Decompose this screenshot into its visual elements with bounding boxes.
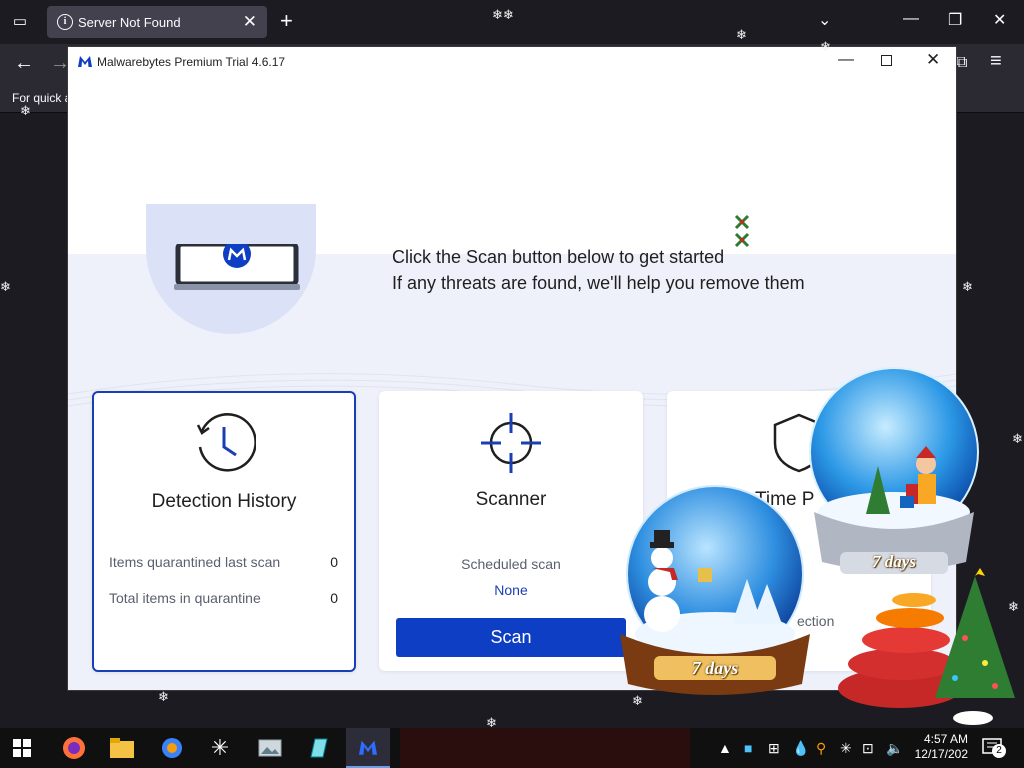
browser-restore-button[interactable]: ❐: [948, 10, 962, 30]
action-center-icon[interactable]: 2: [982, 738, 1006, 758]
snowflake-app-icon[interactable]: ✳: [198, 728, 242, 768]
snowflake-icon: ❄: [1012, 431, 1023, 446]
back-arrow-icon[interactable]: ←: [14, 52, 34, 75]
hero-instruction-line1: Click the Scan button below to get start…: [392, 247, 725, 267]
scanner-card[interactable]: Scanner Scheduled scan None Scan: [379, 391, 643, 671]
browser-minimize-button[interactable]: —: [903, 10, 919, 28]
tray-drop-icon[interactable]: 💧: [792, 740, 809, 757]
taskbar-decoration-strip: [400, 728, 690, 768]
list-all-tabs-icon[interactable]: ⌄: [818, 10, 831, 30]
tray-snowflake-icon[interactable]: ✳: [840, 740, 852, 757]
snowflake-icon: ❄: [0, 279, 11, 294]
extensions-icon[interactable]: ⧉: [956, 54, 967, 72]
laptop-shield-icon: [174, 244, 300, 290]
snowflake-icon: ❄: [820, 39, 831, 54]
notification-count-badge: 2: [992, 744, 1006, 758]
stat-label-quarantined-last-scan: Items quarantined last scan: [109, 554, 281, 570]
snowflake-icon: ❄: [632, 693, 643, 708]
tray-malwarebytes-icon[interactable]: ▲: [718, 740, 732, 756]
detection-history-title: Detection History: [151, 491, 297, 512]
photos-icon[interactable]: [248, 728, 292, 768]
hamburger-menu-icon[interactable]: ≡: [990, 50, 1002, 73]
snowflake-icon: ❄❄: [492, 7, 514, 22]
info-icon: i: [57, 14, 73, 30]
windows-start-icon[interactable]: [0, 728, 44, 768]
stat-label-total-quarantine: Total items in quarantine: [109, 590, 261, 606]
snow-globe-santa[interactable]: 7 days: [796, 366, 992, 588]
scan-button[interactable]: Scan: [396, 618, 626, 657]
snow-globe-snowman[interactable]: 7 days: [612, 484, 818, 704]
tray-square-icon[interactable]: ■: [744, 740, 752, 756]
history-clock-icon: [196, 413, 256, 472]
tray-app-icon[interactable]: ⊞: [768, 740, 780, 757]
notepad-icon[interactable]: [296, 728, 340, 768]
malwarebytes-taskbar-icon[interactable]: [346, 728, 390, 768]
holly-decoration-icon: [734, 214, 750, 248]
browser-close-button[interactable]: ✕: [993, 10, 1006, 30]
stat-value-total-quarantine: 0: [330, 590, 338, 606]
hero-instruction-line2: If any threats are found, we'll help you…: [392, 273, 805, 293]
app-title: Malwarebytes Premium Trial 4.6.17: [97, 55, 286, 69]
app-maximize-button[interactable]: [881, 55, 892, 66]
clock-date: 12/17/202: [914, 747, 968, 761]
app-close-button[interactable]: ✕: [926, 50, 940, 70]
clock-time: 4:57 AM: [923, 732, 968, 746]
tab-list-icon[interactable]: ▭: [10, 12, 30, 32]
snowflake-icon: ❄: [736, 27, 747, 42]
tray-search-icon[interactable]: ⚲: [816, 740, 826, 757]
scheduled-scan-label: Scheduled scan: [461, 556, 561, 572]
scheduled-scan-value[interactable]: None: [379, 582, 643, 598]
app-icon[interactable]: [150, 728, 194, 768]
stat-value-quarantined-last-scan: 0: [330, 554, 338, 570]
christmas-tree-decoration-icon: [838, 568, 1015, 725]
forward-arrow-icon[interactable]: →: [50, 52, 70, 75]
snowflake-icon: ❄: [20, 103, 31, 118]
file-explorer-icon[interactable]: [100, 728, 144, 768]
snowflake-icon: ❄: [158, 689, 169, 704]
taskbar-clock[interactable]: 4:57 AM 12/17/202: [908, 732, 968, 762]
snowflake-icon: ❄: [1008, 599, 1019, 614]
tab-title: Server Not Found: [78, 15, 181, 30]
new-tab-button[interactable]: +: [280, 9, 293, 33]
malwarebytes-logo-icon: [78, 56, 92, 67]
snowflake-icon: ❄: [962, 279, 973, 294]
app-minimize-button[interactable]: —: [838, 51, 854, 69]
firefox-icon[interactable]: [52, 728, 96, 768]
detection-history-card[interactable]: Detection History Items quarantined last…: [92, 391, 356, 672]
tab-close-icon[interactable]: ✕: [243, 12, 257, 32]
crosshair-icon: [481, 413, 541, 473]
network-icon[interactable]: ⊡: [862, 740, 874, 757]
windows-taskbar: ✳ ▲ ■ ⊞ 💧 ⚲ ✳ ⊡ 🔈 4:57 AM 12/17/202 2: [0, 728, 1024, 768]
volume-muted-icon[interactable]: 🔈: [886, 740, 903, 757]
globe-left-days-label: 7 days: [691, 658, 739, 678]
browser-tab[interactable]: i Server Not Found ✕: [47, 6, 267, 38]
scanner-title: Scanner: [475, 489, 547, 510]
